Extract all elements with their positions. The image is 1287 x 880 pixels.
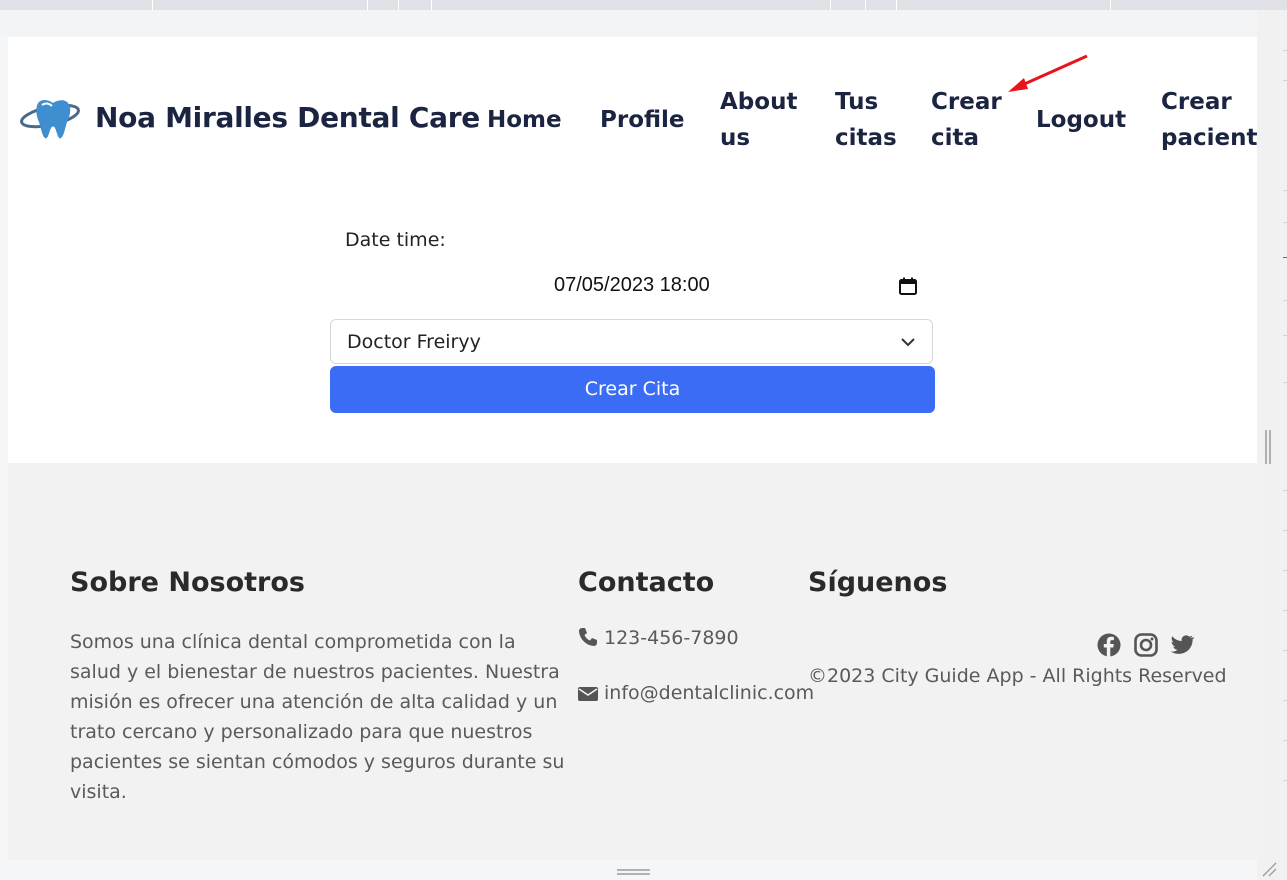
datetime-label: Date time: [345,229,446,251]
app-frame: Noa Miralles Dental Care Home Profile Ab… [8,37,1257,860]
nav-crear-paciente-line2: paciente [1161,125,1257,151]
facebook-icon[interactable] [1097,633,1121,657]
chevron-down-icon [901,338,915,347]
resize-grip-icon[interactable] [1264,430,1272,464]
copyright-text: ©2023 City Guide App - All Rights Reserv… [808,665,1227,687]
brand-title[interactable]: Noa Miralles Dental Care [95,101,480,134]
nav-crear-paciente[interactable]: Crear paciente [1161,84,1257,156]
nav-crear-cita[interactable]: Crear cita [931,84,1002,156]
about-text: Somos una clínica dental comprometida co… [70,631,565,803]
email-address: info@dentalclinic.com [604,682,815,704]
contact-title: Contacto [578,567,715,598]
appointment-form: Date time: 07/05/2023 18:00 Doctor Freir… [8,199,1257,463]
nav-home[interactable]: Home [487,102,562,138]
footer: Sobre Nosotros Somos una clínica dental … [8,463,1257,860]
nav-tus-citas-line2: citas [835,125,897,151]
nav-crear-cita-line1: Crear [931,89,1002,115]
nav-tus-citas-line1: Tus [835,89,879,115]
contact-email[interactable]: info@dentalclinic.com [578,682,814,704]
right-scrollbar[interactable] [1257,10,1287,880]
nav-crear-cita-line2: cita [931,125,980,151]
datetime-input[interactable]: 07/05/2023 18:00 [554,274,710,297]
browser-tab-strip [0,0,1287,10]
envelope-icon [578,687,598,701]
nav-tus-citas[interactable]: Tus citas [835,84,897,156]
nav-about-line2: us [720,125,751,151]
phone-icon [579,628,597,646]
nav-home-label: Home [487,107,562,133]
browser-toolbar-band [0,10,1287,36]
corner-resize-icon[interactable] [1261,861,1277,877]
annotation-arrow-icon [1008,54,1088,92]
phone-number: 123-456-7890 [604,627,739,649]
doctor-select[interactable]: Doctor Freiryy [330,319,933,364]
nav-crear-paciente-line1: Crear [1161,89,1232,115]
nav-profile[interactable]: Profile [600,102,685,138]
nav-logout[interactable]: Logout [1036,102,1126,138]
nav-about-us[interactable]: About us [720,84,797,156]
follow-title: Síguenos [808,567,948,598]
about-title: Sobre Nosotros [70,567,305,598]
nav-profile-label: Profile [600,107,685,133]
tooth-logo-icon[interactable] [20,94,82,142]
calendar-icon[interactable] [899,277,917,295]
nav-logout-label: Logout [1036,107,1127,133]
doctor-select-value: Doctor Freiryy [347,331,481,353]
crear-cita-button[interactable]: Crear Cita [330,366,935,413]
twitter-icon[interactable] [1170,633,1194,657]
instagram-icon[interactable] [1134,633,1158,657]
nav-about-line1: About [720,89,798,115]
drag-handle-icon[interactable] [617,868,650,876]
contact-phone[interactable]: 123-456-7890 [578,627,739,649]
